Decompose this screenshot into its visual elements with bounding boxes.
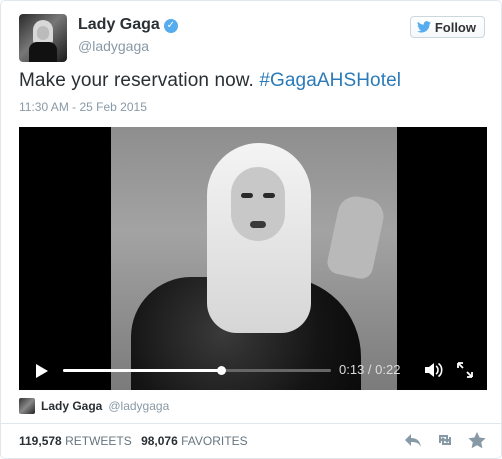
favorites-count: 98,076: [141, 434, 178, 448]
attribution-handle[interactable]: @ladygaga: [108, 399, 169, 413]
tweet-header: Lady Gaga ✓ @ladygaga Follow: [19, 14, 485, 62]
display-name[interactable]: Lady Gaga: [78, 16, 160, 33]
seek-progress: [63, 369, 222, 372]
video-attribution[interactable]: Lady Gaga @ladygaga: [19, 398, 169, 414]
verified-icon: ✓: [163, 19, 178, 33]
retweet-icon[interactable]: [435, 431, 455, 449]
retweets-stat[interactable]: 119,578 RETWEETS: [19, 434, 132, 448]
handle[interactable]: @ladygaga: [78, 38, 178, 54]
attribution-name[interactable]: Lady Gaga: [41, 399, 102, 413]
fullscreen-icon[interactable]: [457, 362, 473, 378]
video-player[interactable]: 0:13 / 0:22: [19, 127, 487, 390]
favorite-icon[interactable]: [467, 431, 487, 449]
attribution-avatar: [19, 398, 35, 414]
follow-label: Follow: [434, 19, 476, 35]
volume-icon[interactable]: [425, 362, 443, 378]
avatar[interactable]: [19, 14, 67, 62]
tweet-card: Lady Gaga ✓ @ladygaga Follow Make your re…: [0, 0, 502, 459]
retweets-label: RETWEETS: [65, 434, 132, 448]
hashtag-link[interactable]: #GagaAHSHotel: [259, 70, 401, 91]
reply-icon[interactable]: [403, 431, 423, 449]
follow-button[interactable]: Follow: [409, 16, 485, 38]
tweet-body: Make your reservation now.: [19, 70, 260, 91]
seek-bar[interactable]: [63, 366, 331, 375]
time-display: 0:13 / 0:22: [339, 362, 401, 377]
favorites-stat[interactable]: 98,076 FAVORITES: [141, 434, 248, 448]
tweet-actions: [403, 431, 487, 449]
seek-handle[interactable]: [217, 366, 227, 375]
divider: [1, 423, 501, 424]
twitter-bird-icon: [416, 21, 431, 33]
tweet-text: Make your reservation now. #GagaAHSHotel: [19, 70, 401, 92]
tweet-stats: 119,578 RETWEETS 98,076 FAVORITES: [19, 434, 254, 448]
video-controls: 0:13 / 0:22: [19, 350, 487, 390]
author-info: Lady Gaga ✓ @ladygaga: [78, 16, 178, 54]
favorites-label: FAVORITES: [181, 434, 248, 448]
retweets-count: 119,578: [19, 434, 62, 448]
play-icon[interactable]: [36, 364, 48, 378]
timestamp[interactable]: 11:30 AM - 25 Feb 2015: [19, 100, 147, 114]
